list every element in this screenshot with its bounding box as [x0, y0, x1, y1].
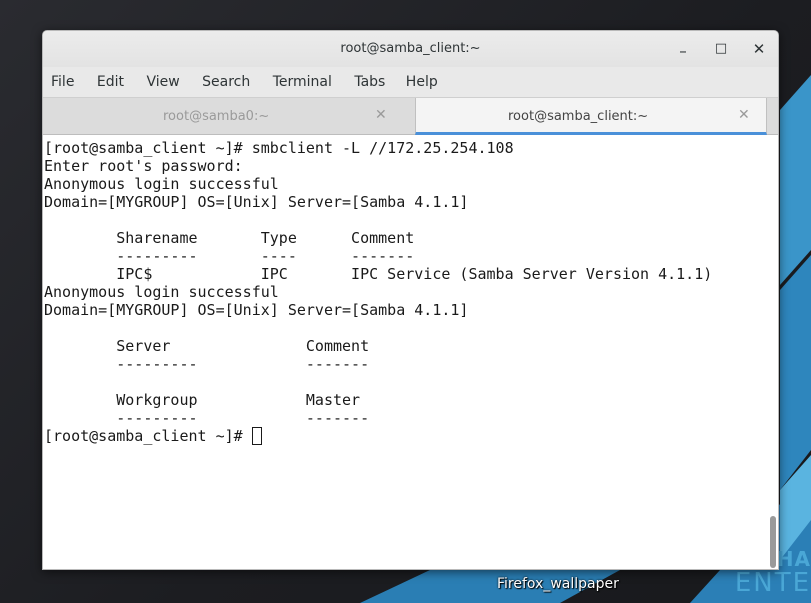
- menu-tabs[interactable]: Tabs: [354, 67, 385, 97]
- tab-label: root@samba_client:~: [508, 109, 649, 124]
- terminal-line: --------- -------: [44, 355, 370, 373]
- terminal-line: Anonymous login successful: [44, 175, 279, 193]
- menu-view[interactable]: View: [146, 67, 179, 97]
- terminal-line: [root@samba_client ~]# smbclient -L //17…: [44, 139, 514, 157]
- tab-samba-client[interactable]: root@samba_client:~ ✕: [415, 98, 767, 135]
- menubar: File Edit View Search Terminal Tabs Help: [43, 67, 778, 97]
- terminal-line: Sharename Type Comment: [44, 229, 415, 247]
- terminal-line: --------- -------: [44, 409, 370, 427]
- terminal-output[interactable]: [root@samba_client ~]# smbclient -L //17…: [43, 136, 778, 569]
- minimize-icon: –: [679, 42, 687, 60]
- terminal-line: Workgroup Master: [44, 391, 361, 409]
- terminal-cursor: [251, 427, 262, 445]
- maximize-icon: □: [714, 41, 728, 56]
- tab-label: root@samba0:~: [163, 109, 270, 124]
- terminal-line: IPC$ IPC IPC Service (Samba Server Versi…: [44, 265, 713, 283]
- tab-bar: root@samba0:~ ✕ root@samba_client:~ ✕: [43, 97, 778, 135]
- minimize-button[interactable]: –: [671, 37, 695, 61]
- menu-edit[interactable]: Edit: [97, 67, 124, 97]
- terminal-prompt: [root@samba_client ~]#: [44, 427, 252, 445]
- tab-samba0[interactable]: root@samba0:~ ✕: [43, 98, 414, 135]
- menu-file[interactable]: File: [51, 67, 74, 97]
- menu-terminal[interactable]: Terminal: [273, 67, 332, 97]
- close-icon: ✕: [752, 40, 766, 58]
- wallpaper-watermark: Firefox_wallpaper: [497, 576, 619, 592]
- terminal-line: --------- ---- -------: [44, 247, 415, 265]
- terminal-scrollbar[interactable]: [770, 516, 776, 568]
- window-title: root@samba_client:~: [340, 41, 481, 56]
- watermark-text: Firefox_wallpaper: [497, 576, 619, 592]
- maximize-button[interactable]: □: [709, 37, 733, 61]
- terminal-window[interactable]: root@samba_client:~ – □ ✕ File Edit View…: [42, 30, 779, 570]
- menu-help[interactable]: Help: [406, 67, 438, 97]
- terminal-line: Anonymous login successful: [44, 283, 279, 301]
- terminal-prompt-line[interactable]: [root@samba_client ~]#: [44, 427, 778, 445]
- close-button[interactable]: ✕: [747, 37, 771, 61]
- terminal-line: Enter root's password:: [44, 157, 252, 175]
- terminal-line: Domain=[MYGROUP] OS=[Unix] Server=[Samba…: [44, 301, 469, 319]
- menu-search[interactable]: Search: [202, 67, 250, 97]
- brand-line-2: ENTE: [734, 568, 811, 598]
- window-titlebar[interactable]: root@samba_client:~ – □ ✕: [43, 31, 778, 67]
- terminal-line: Domain=[MYGROUP] OS=[Unix] Server=[Samba…: [44, 193, 469, 211]
- tab-close-icon[interactable]: ✕: [375, 107, 387, 123]
- terminal-line: Server Comment: [44, 337, 370, 355]
- tab-close-icon[interactable]: ✕: [738, 107, 750, 123]
